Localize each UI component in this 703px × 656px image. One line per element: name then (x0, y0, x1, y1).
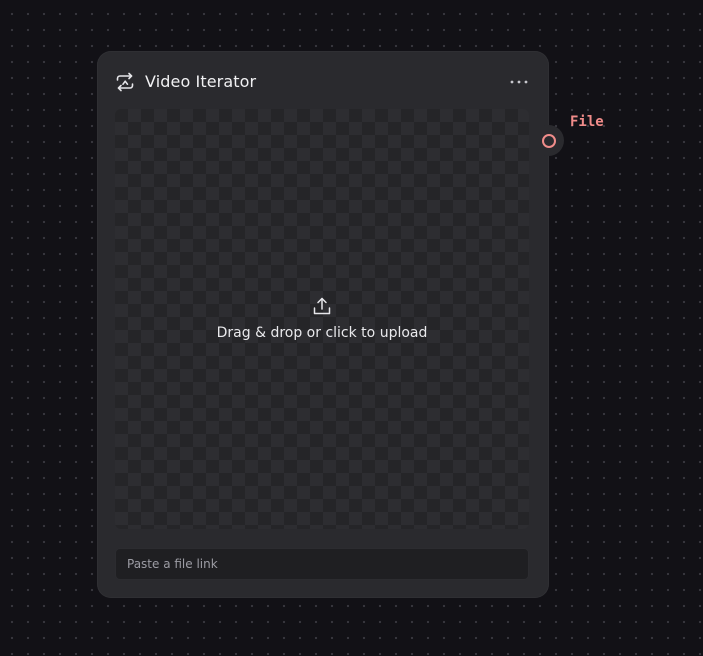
output-port-file[interactable] (533, 125, 564, 156)
video-iterator-node[interactable]: Video Iterator Drag & drop or click to u… (97, 51, 549, 598)
upload-dropzone[interactable]: Drag & drop or click to upload (115, 109, 529, 529)
node-header[interactable]: Video Iterator (97, 51, 549, 109)
node-title: Video Iterator (145, 72, 257, 91)
port-handle-icon[interactable] (541, 133, 556, 148)
more-horizontal-icon (510, 80, 528, 84)
file-link-input[interactable] (115, 548, 529, 580)
workflow-canvas[interactable]: Video Iterator Drag & drop or click to u… (0, 0, 703, 656)
upload-instruction-text: Drag & drop or click to upload (216, 325, 428, 341)
loop-arrows-icon (114, 71, 136, 93)
more-options-button[interactable] (507, 71, 531, 93)
output-port-label: File (570, 114, 604, 130)
upload-prompt: Drag & drop or click to upload (115, 295, 529, 341)
upload-icon (311, 295, 333, 317)
